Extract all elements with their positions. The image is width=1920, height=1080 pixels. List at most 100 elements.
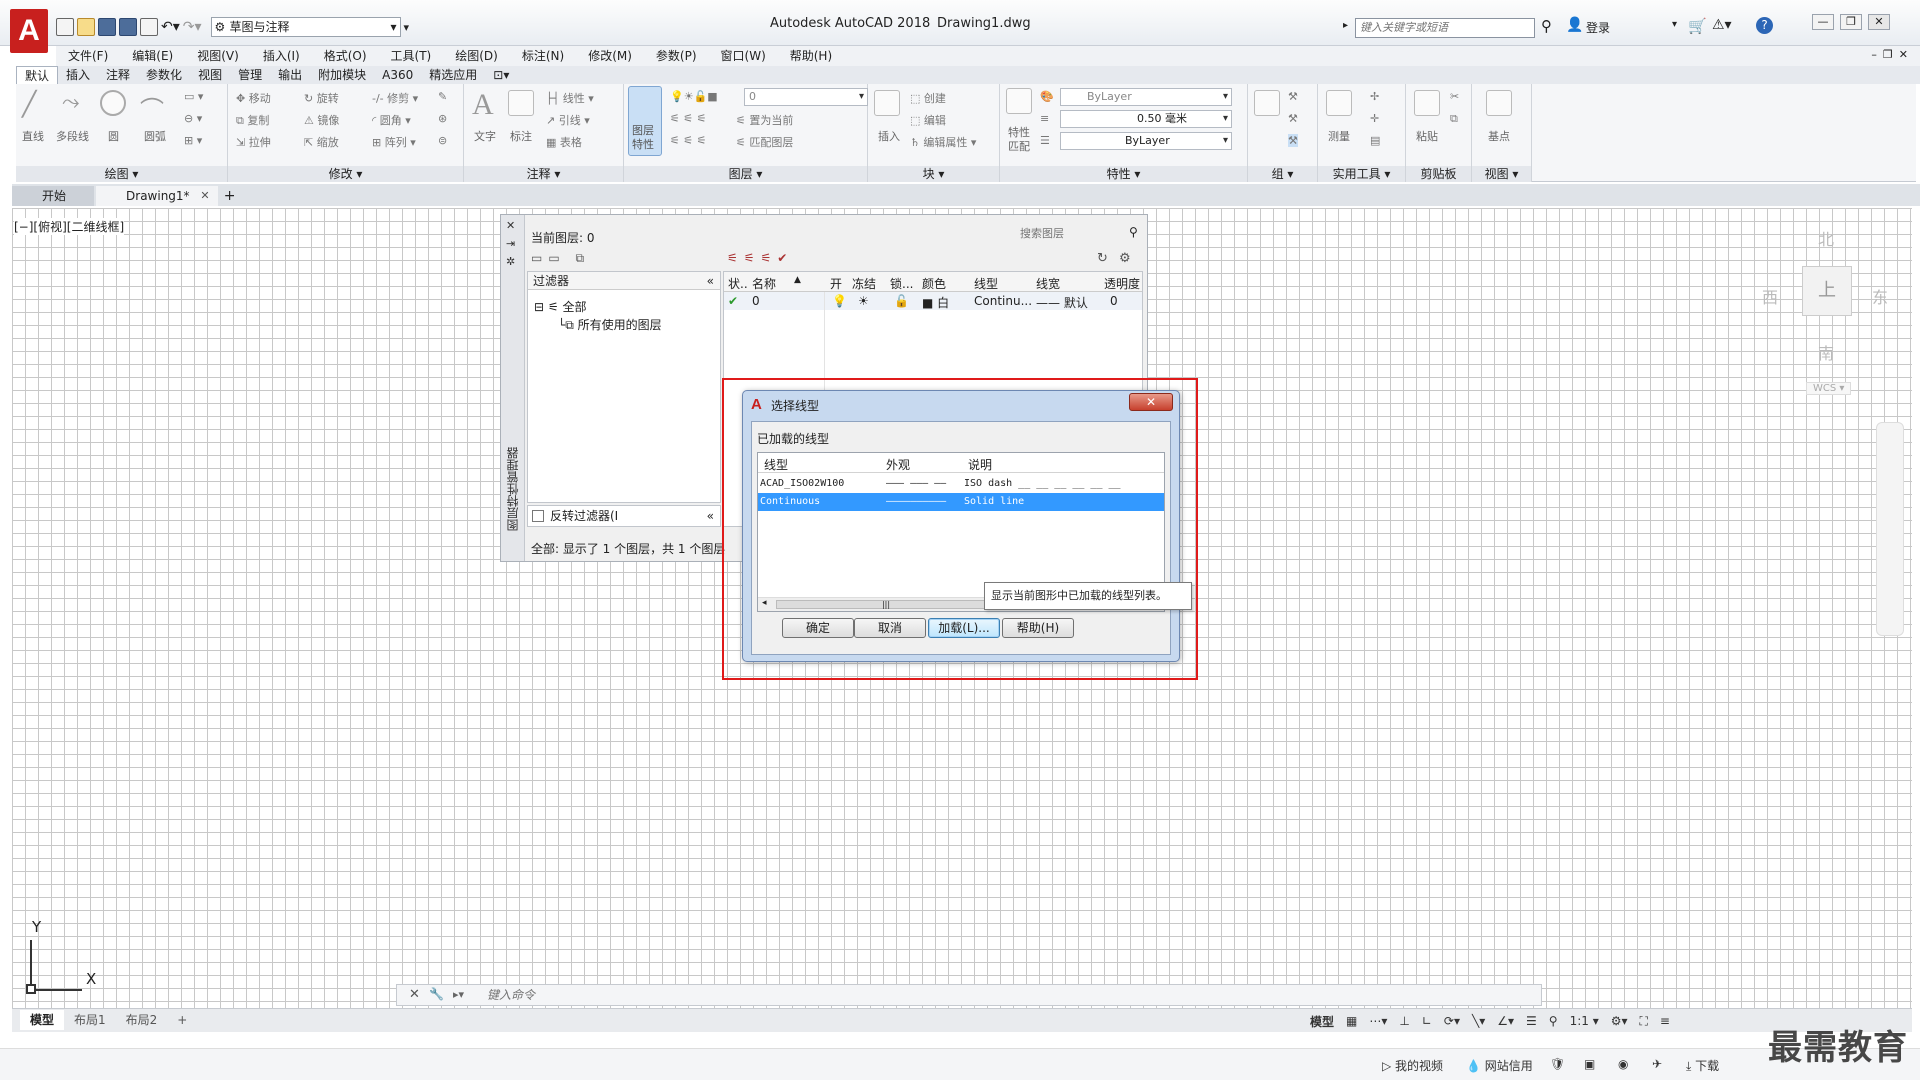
- open-file-icon[interactable]: [77, 18, 95, 36]
- col-color[interactable]: 颜色: [922, 275, 946, 292]
- viewport-controls[interactable]: [−][俯视][二维线框]: [14, 218, 125, 235]
- restore-button[interactable]: ❐: [1840, 14, 1862, 30]
- snap-icon[interactable]: ⋯▾: [1369, 1014, 1387, 1028]
- viewcube-east[interactable]: 东: [1872, 284, 1888, 308]
- ucs-origin-icon[interactable]: [26, 984, 36, 994]
- linear-dim-icon[interactable]: ├┤ 线性 ▾: [546, 90, 594, 106]
- rectangle-icon[interactable]: ▭ ▾: [184, 90, 203, 103]
- point-icon[interactable]: ✢: [1370, 90, 1379, 103]
- layer-dropdown[interactable]: 0: [744, 88, 868, 106]
- base-label[interactable]: 基点: [1488, 128, 1510, 144]
- col-appearance[interactable]: 外观: [886, 456, 910, 473]
- collapse-filters-icon[interactable]: «: [707, 272, 714, 290]
- layer-state-icons[interactable]: 💡☀🔓■: [670, 90, 718, 103]
- calc-icon[interactable]: ▤: [1370, 134, 1380, 147]
- workspace-dropdown[interactable]: 草图与注释: [210, 17, 401, 37]
- polar-icon[interactable]: ⟳▾: [1444, 1014, 1460, 1028]
- col-lineweight[interactable]: 线宽: [1036, 275, 1060, 292]
- otrack-icon[interactable]: ∠▾: [1497, 1014, 1514, 1028]
- search-expand-icon[interactable]: ▸: [1343, 20, 1348, 31]
- polyline-label[interactable]: 多段线: [56, 128, 89, 144]
- palette-properties-icon[interactable]: ✲: [506, 255, 515, 268]
- save-icon[interactable]: [98, 18, 116, 36]
- polyline-icon[interactable]: ⤳: [62, 90, 88, 116]
- menu-dimension[interactable]: 标注(N): [510, 46, 576, 66]
- color-dropdown[interactable]: ByLayer: [1060, 88, 1232, 106]
- explode-icon[interactable]: ⊛: [438, 112, 447, 125]
- paste-label[interactable]: 粘贴: [1416, 128, 1438, 144]
- scroll-left-icon[interactable]: ◂: [762, 598, 767, 608]
- cut-icon[interactable]: ✂: [1450, 90, 1459, 103]
- color-wheel-icon[interactable]: 🎨: [1040, 90, 1054, 103]
- settings-gear-icon[interactable]: ⚙: [1119, 251, 1131, 266]
- col-lock[interactable]: 锁...: [890, 275, 913, 292]
- col-description[interactable]: 说明: [968, 456, 992, 473]
- panel-view-title[interactable]: 视图 ▾: [1472, 166, 1531, 182]
- col-linetype[interactable]: 线型: [974, 275, 998, 292]
- image-icon[interactable]: ▣: [1584, 1057, 1595, 1071]
- insert-label[interactable]: 插入: [878, 128, 900, 144]
- navigation-bar[interactable]: [1876, 422, 1904, 636]
- undo-icon[interactable]: ↶▾: [161, 19, 180, 35]
- insert-block-icon[interactable]: [874, 90, 900, 116]
- cart-icon[interactable]: 🛒: [1688, 17, 1707, 35]
- col-status[interactable]: 状..: [728, 275, 748, 292]
- col-name[interactable]: 名称: [752, 275, 776, 292]
- panel-layers-title[interactable]: 图层 ▾: [624, 166, 867, 182]
- offset-icon[interactable]: ⊜: [438, 134, 447, 147]
- shield-icon[interactable]: 🛡: [1550, 1057, 1565, 1071]
- tab-layout1[interactable]: 布局1: [64, 1010, 116, 1030]
- customize-icon[interactable]: ≡: [1660, 1014, 1670, 1028]
- menu-insert[interactable]: 插入(I): [251, 46, 312, 66]
- menu-help[interactable]: 帮助(H): [778, 46, 844, 66]
- command-input[interactable]: [487, 988, 1387, 1002]
- mirror-icon[interactable]: ⚠ 镜像: [304, 112, 339, 128]
- site-credit-link[interactable]: 💧 网站信用: [1466, 1057, 1533, 1074]
- viewcube-top-face[interactable]: 上: [1802, 266, 1852, 316]
- osnap-icon[interactable]: ╲▾: [1472, 1014, 1485, 1028]
- panel-clipboard-title[interactable]: 剪贴板: [1406, 166, 1471, 182]
- trim-icon[interactable]: -/- 修剪 ▾: [372, 90, 418, 106]
- layer-tools-icons-2[interactable]: ⚟ ⚟ ⚟: [670, 134, 707, 147]
- my-video-link[interactable]: ▷ 我的视频: [1382, 1057, 1443, 1074]
- user-icon[interactable]: 👤: [1566, 17, 1583, 33]
- model-space-toggle[interactable]: 模型: [1310, 1013, 1334, 1030]
- close-window-button[interactable]: ✕: [1868, 14, 1890, 30]
- line-icon[interactable]: ╱: [22, 90, 48, 118]
- exchange-icon[interactable]: ⚠▾: [1712, 17, 1732, 33]
- lock-icon[interactable]: 🔓: [894, 294, 909, 308]
- panel-groups-title[interactable]: 组 ▾: [1248, 166, 1317, 182]
- dialog-title-bar[interactable]: A 选择线型 ✕: [743, 391, 1179, 417]
- edit-attr-button[interactable]: ♄ 编辑属性 ▾: [910, 134, 976, 150]
- stretch-icon[interactable]: ⇲ 拉伸: [236, 134, 271, 150]
- ok-button[interactable]: 确定: [782, 618, 854, 638]
- create-block-button[interactable]: ⬚ 创建: [910, 90, 946, 106]
- panel-annotation-title[interactable]: 注释 ▾: [464, 166, 623, 182]
- layer-name[interactable]: 0: [752, 294, 760, 308]
- viewcube-south[interactable]: 南: [1818, 340, 1834, 364]
- line-label[interactable]: 直线: [22, 128, 44, 144]
- match-layer-button[interactable]: ⚟ 匹配图层: [736, 134, 793, 150]
- dialog-close-button[interactable]: ✕: [1129, 393, 1173, 411]
- tab-start[interactable]: 开始: [12, 186, 95, 206]
- move-icon[interactable]: ✥ 移动: [236, 90, 271, 106]
- boundary-icon[interactable]: ⊞ ▾: [184, 134, 202, 147]
- add-layout-icon[interactable]: +: [167, 1010, 197, 1030]
- annotation-visibility-icon[interactable]: ⚲: [1549, 1014, 1558, 1028]
- tab-drawing1[interactable]: Drawing1* ✕: [96, 186, 218, 206]
- measure-label[interactable]: 测量: [1328, 128, 1350, 144]
- tools-icon[interactable]: ✈: [1652, 1057, 1662, 1071]
- login-dropdown-icon[interactable]: ▾: [1672, 19, 1677, 30]
- set-current-button[interactable]: ⚟ 置为当前: [736, 112, 793, 128]
- tree-node-all[interactable]: ⊟ ⚟ 全部: [534, 298, 586, 315]
- menu-parametric[interactable]: 参数(P): [644, 46, 709, 66]
- redo-icon[interactable]: ↷▾: [183, 19, 202, 35]
- palette-autohide-icon[interactable]: ⇥: [506, 237, 515, 250]
- scale-dropdown[interactable]: 1:1 ▾: [1570, 1014, 1599, 1028]
- scale-icon[interactable]: ⇱ 缩放: [304, 134, 339, 150]
- col-transparency[interactable]: 透明度: [1104, 275, 1140, 292]
- layer-linetype[interactable]: Continu...: [974, 294, 1032, 308]
- document-window-controls[interactable]: –❐✕: [1871, 48, 1914, 61]
- load-button[interactable]: 加载(L)...: [928, 618, 1000, 638]
- layer-search-input[interactable]: [1016, 225, 1141, 243]
